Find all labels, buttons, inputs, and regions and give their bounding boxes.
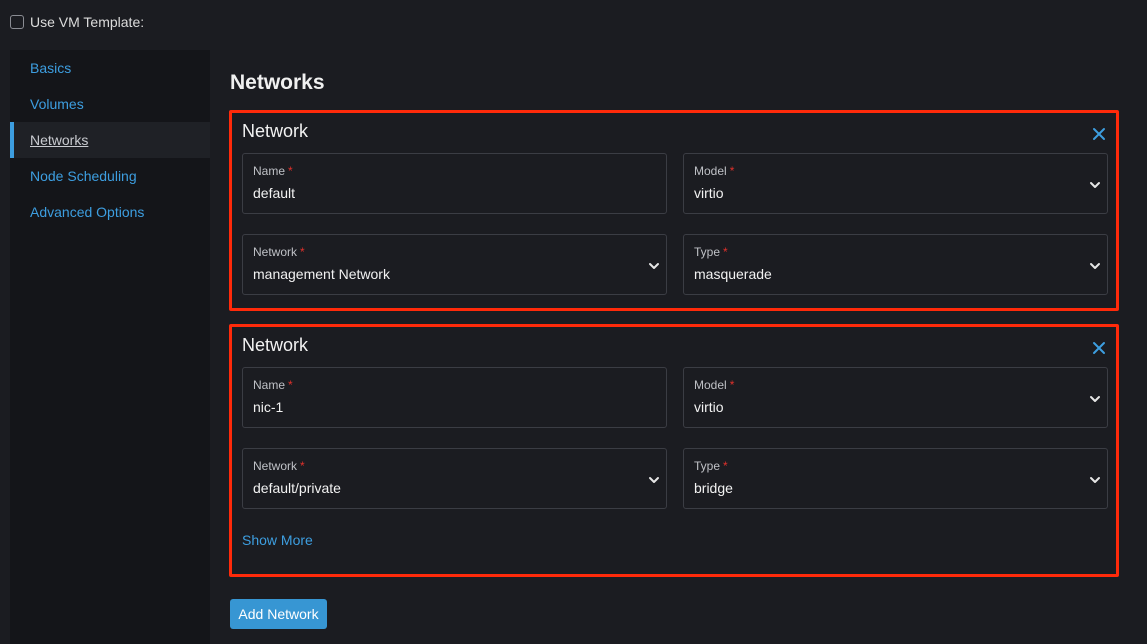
type-select[interactable]: Type * bridge <box>683 448 1108 509</box>
required-marker: * <box>288 164 293 178</box>
use-vm-template-label[interactable]: Use VM Template: <box>30 14 144 30</box>
chevron-down-icon <box>1090 477 1100 483</box>
model-select[interactable]: Model * virtio <box>683 153 1108 214</box>
required-marker: * <box>723 245 728 259</box>
network-label: Network * <box>253 245 305 259</box>
page: Use VM Template: Basics Volumes Networks… <box>0 0 1147 644</box>
add-network-button[interactable]: Add Network <box>230 599 327 629</box>
model-label: Model * <box>694 164 735 178</box>
network-select[interactable]: Network * default/private <box>242 448 667 509</box>
chevron-down-icon <box>1090 182 1100 188</box>
model-label: Model * <box>694 378 735 392</box>
main-content: Networks Network Name * default Model * vi… <box>210 50 1147 644</box>
type-label: Type * <box>694 245 728 259</box>
type-select[interactable]: Type * masquerade <box>683 234 1108 295</box>
type-label: Type * <box>694 459 728 473</box>
use-vm-template-row: Use VM Template: <box>10 14 144 30</box>
name-label: Name * <box>253 378 293 392</box>
network-value: default/private <box>253 480 341 496</box>
network-select[interactable]: Network * management Network <box>242 234 667 295</box>
network-card-1: Network Name * default Model * virtio Netw… <box>229 110 1119 311</box>
sidebar-item-advanced-options[interactable]: Advanced Options <box>10 194 210 230</box>
network-value: management Network <box>253 266 390 282</box>
chevron-down-icon <box>1090 263 1100 269</box>
required-marker: * <box>729 378 735 392</box>
sidebar-item-node-scheduling[interactable]: Node Scheduling <box>10 158 210 194</box>
show-more-link[interactable]: Show More <box>242 532 313 548</box>
close-icon[interactable] <box>1092 341 1106 355</box>
network-card-2: Network Name * nic-1 Model * virtio Networ… <box>229 324 1119 577</box>
chevron-down-icon <box>649 263 659 269</box>
chevron-down-icon <box>649 477 659 483</box>
name-input[interactable]: nic-1 <box>253 399 283 415</box>
type-value: masquerade <box>694 266 772 282</box>
model-value: virtio <box>694 185 724 201</box>
network-card-title: Network <box>242 335 309 355</box>
required-marker: * <box>723 459 728 473</box>
type-value: bridge <box>694 480 733 496</box>
required-marker: * <box>300 245 305 259</box>
network-label: Network * <box>253 459 305 473</box>
chevron-down-icon <box>1090 396 1100 402</box>
sidebar-item-basics[interactable]: Basics <box>10 50 210 86</box>
model-select[interactable]: Model * virtio <box>683 367 1108 428</box>
sidebar: Basics Volumes Networks Node Scheduling … <box>10 50 210 644</box>
name-field[interactable]: Name * default <box>242 153 667 214</box>
network-card-title: Network <box>242 121 309 141</box>
name-field[interactable]: Name * nic-1 <box>242 367 667 428</box>
page-title: Networks <box>230 71 325 94</box>
use-vm-template-checkbox[interactable] <box>10 15 24 29</box>
sidebar-item-networks[interactable]: Networks <box>10 122 210 158</box>
close-icon[interactable] <box>1092 127 1106 141</box>
name-input[interactable]: default <box>253 185 295 201</box>
name-label: Name * <box>253 164 293 178</box>
model-value: virtio <box>694 399 724 415</box>
required-marker: * <box>288 378 293 392</box>
required-marker: * <box>300 459 305 473</box>
sidebar-item-volumes[interactable]: Volumes <box>10 86 210 122</box>
required-marker: * <box>729 164 735 178</box>
